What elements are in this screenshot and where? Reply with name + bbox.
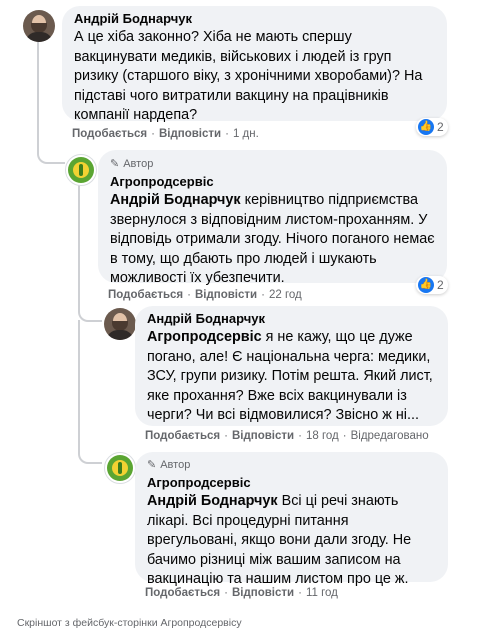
thread-line bbox=[78, 180, 80, 300]
reaction-count[interactable]: 👍 2 bbox=[416, 276, 448, 294]
avatar[interactable] bbox=[104, 308, 136, 340]
like-link[interactable]: Подобається bbox=[72, 128, 147, 140]
comment-bubble: ✎ Автор Агропродсервіс Андрій Боднарчук … bbox=[135, 452, 448, 587]
thread-connector bbox=[37, 142, 65, 164]
avatar[interactable] bbox=[65, 154, 97, 186]
comment-text: Агропродсервіс я не кажу, що це дуже пог… bbox=[147, 329, 433, 424]
thread-connector bbox=[78, 446, 102, 464]
thread-line bbox=[78, 320, 80, 448]
like-link[interactable]: Подобається bbox=[145, 430, 220, 442]
like-link[interactable]: Подобається bbox=[108, 289, 183, 301]
comment-author[interactable]: Андрій Боднарчук bbox=[74, 11, 435, 27]
comment-text: А це хіба законно? Хіба не мають спершу … bbox=[74, 29, 423, 124]
comment-time[interactable]: 1 дн. bbox=[233, 128, 259, 140]
mention-tag[interactable]: Андрій Боднарчук bbox=[110, 192, 241, 208]
mention-tag[interactable]: Андрій Боднарчук bbox=[147, 493, 278, 509]
comment-time[interactable]: 18 год bbox=[306, 430, 339, 442]
comment-actions: Подобається · Відповісти · 22 год bbox=[108, 289, 302, 301]
comment-bubble: Андрій Боднарчук А це хіба законно? Хіба… bbox=[62, 6, 447, 123]
comment-actions: Подобається · Відповісти · 1 дн. bbox=[72, 128, 259, 140]
comment-bubble: ✎ Автор Агропродсервіс Андрій Боднарчук … bbox=[98, 150, 447, 286]
pen-icon: ✎ bbox=[110, 158, 120, 170]
thread-line bbox=[37, 42, 39, 144]
like-link[interactable]: Подобається bbox=[145, 587, 220, 599]
avatar[interactable] bbox=[104, 452, 136, 484]
reaction-count[interactable]: 👍 2 bbox=[416, 118, 448, 136]
comment-author[interactable]: Агропродсервіс bbox=[110, 174, 435, 190]
comment-time[interactable]: 22 год bbox=[269, 289, 302, 301]
comment-author[interactable]: Агропродсервіс bbox=[147, 475, 436, 491]
comment-actions: Подобається · Відповісти · 11 год bbox=[145, 587, 338, 599]
comment-bubble: Андрій Боднарчук Агропродсервіс я не каж… bbox=[135, 306, 448, 426]
image-caption: Скріншот з фейсбук-сторінки Агропродсерв… bbox=[17, 617, 242, 629]
thread-connector bbox=[78, 298, 102, 322]
reply-link[interactable]: Відповісти bbox=[195, 289, 257, 301]
thumbs-up-icon: 👍 bbox=[418, 277, 434, 293]
comment-actions: Подобається · Відповісти · 18 год · Відр… bbox=[145, 430, 429, 442]
comment-time[interactable]: 11 год bbox=[306, 587, 338, 599]
thumbs-up-icon: 👍 bbox=[418, 119, 434, 135]
author-badge: ✎ Автор bbox=[110, 158, 154, 170]
comment-text: Андрій Боднарчук керівництво підприємств… bbox=[110, 192, 435, 287]
reply-link[interactable]: Відповісти bbox=[232, 587, 294, 599]
comment-author[interactable]: Андрій Боднарчук bbox=[147, 311, 436, 327]
pen-icon: ✎ bbox=[147, 459, 157, 471]
comment-thread: Андрій Боднарчук А це хіба законно? Хіба… bbox=[0, 0, 500, 644]
author-badge: ✎ Автор bbox=[147, 459, 191, 471]
reply-link[interactable]: Відповісти bbox=[159, 128, 221, 140]
comment-text: Андрій Боднарчук Всі ці речі знають ліка… bbox=[147, 493, 412, 588]
edited-label[interactable]: Відредаговано bbox=[351, 430, 429, 442]
avatar[interactable] bbox=[23, 10, 55, 42]
reply-link[interactable]: Відповісти bbox=[232, 430, 294, 442]
mention-tag[interactable]: Агропродсервіс bbox=[147, 329, 262, 345]
